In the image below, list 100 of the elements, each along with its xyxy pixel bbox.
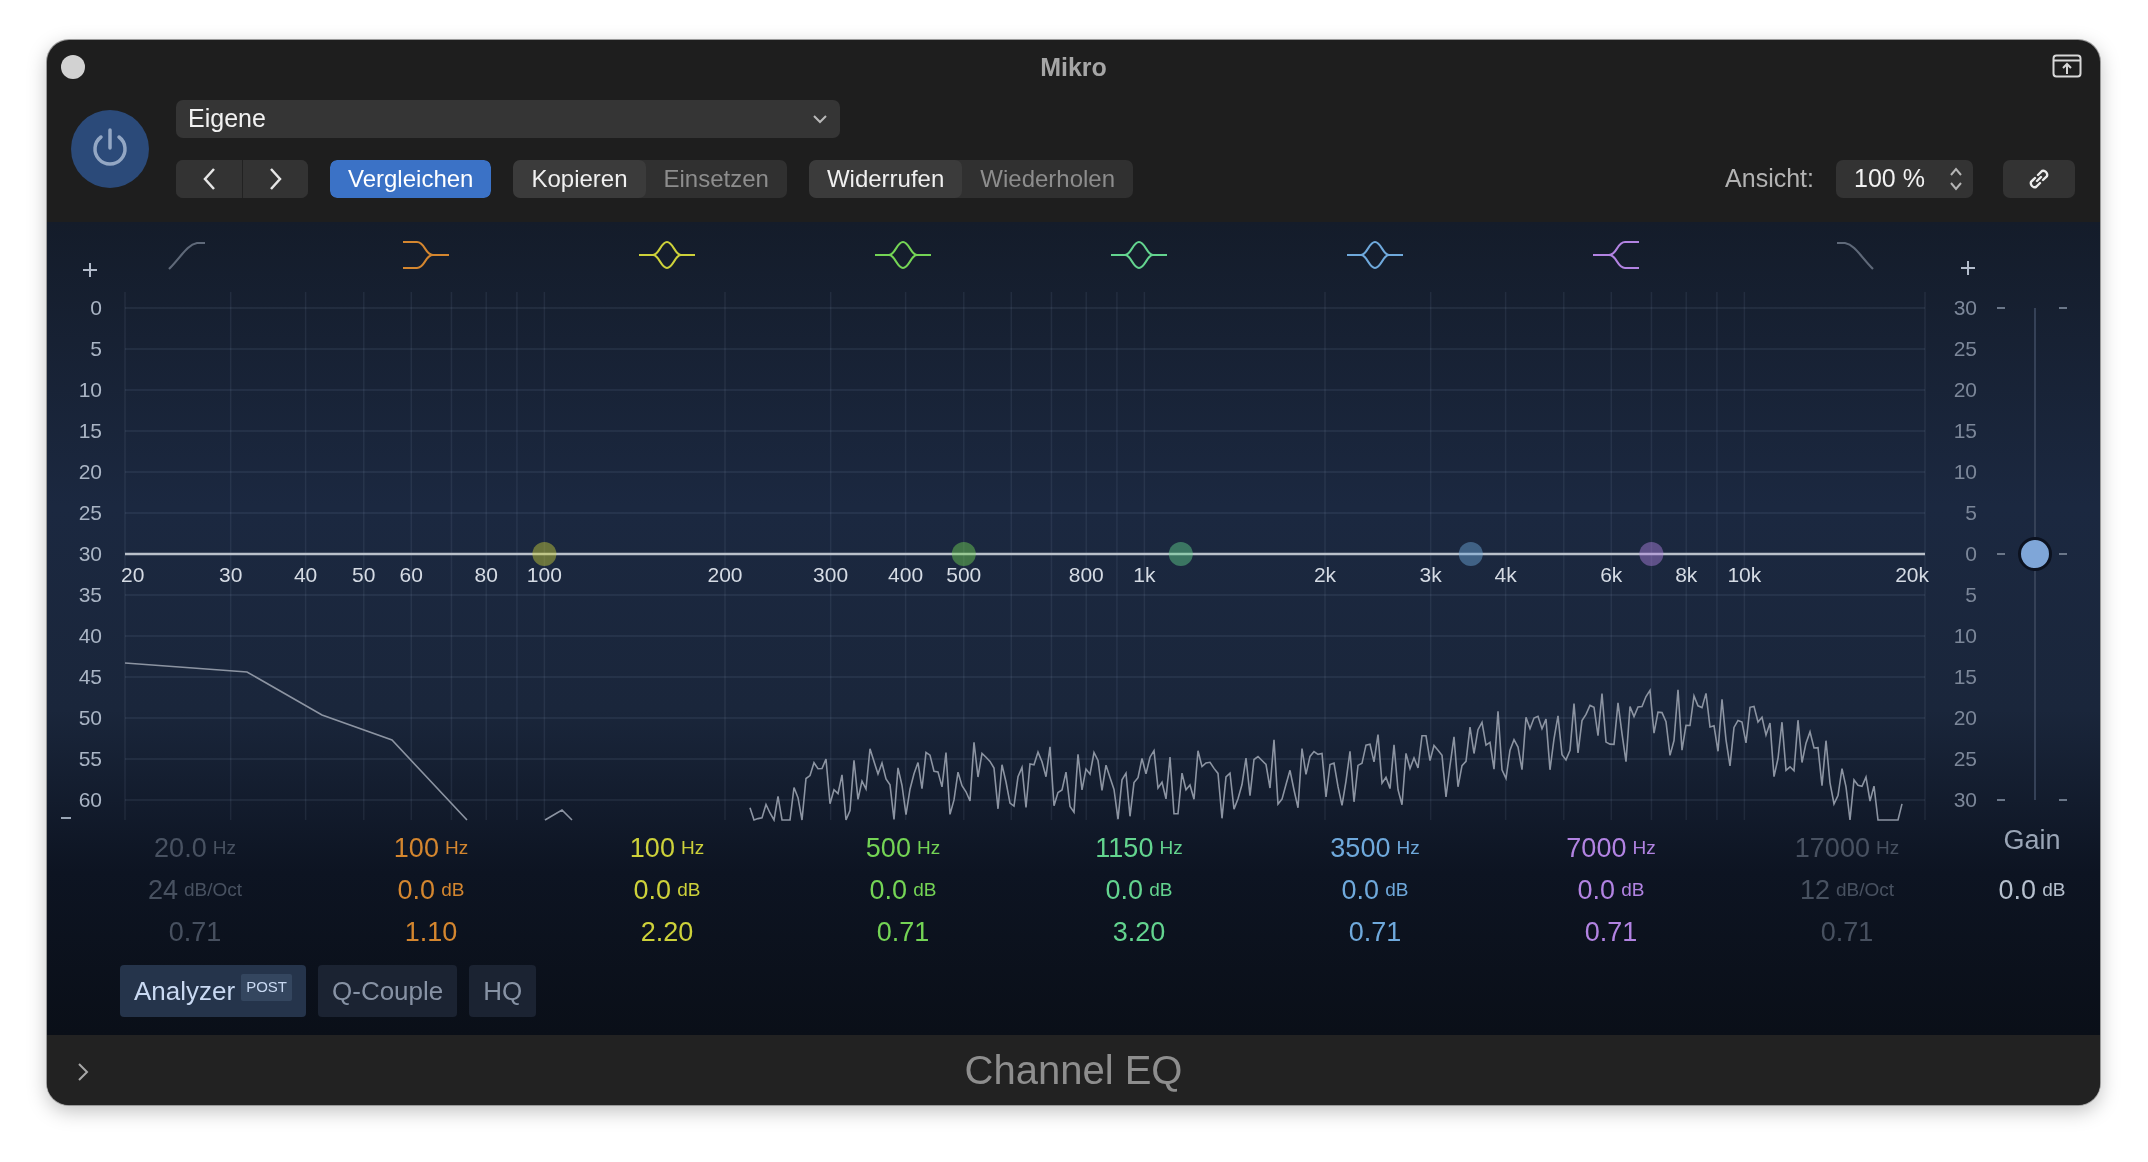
frequency-label: 3k	[1419, 563, 1442, 587]
parameter-value[interactable]: 500 Hz	[865, 827, 941, 869]
tick-mark	[2058, 307, 2068, 309]
frequency-label: 20k	[1895, 563, 1929, 587]
chevron-right-icon	[77, 1062, 89, 1082]
link-button[interactable]	[2003, 160, 2075, 198]
tick-mark	[2058, 799, 2068, 801]
axis-label: 40	[77, 624, 102, 648]
axis-label: 55	[77, 747, 102, 771]
next-button[interactable]	[242, 160, 308, 198]
window-title: Mikro	[1040, 52, 1107, 84]
frequency-label: 300	[813, 563, 849, 587]
frequency-label: 6k	[1600, 563, 1623, 587]
axis-label: 15	[1952, 419, 1977, 443]
parameter-value[interactable]: 0.71	[1348, 911, 1402, 953]
parameter-value[interactable]: 0.0 dB	[869, 869, 937, 911]
axis-label: 60	[77, 788, 102, 812]
axis-label: 25	[1952, 337, 1977, 361]
toggle-button[interactable]: Q-Couple	[318, 965, 458, 1017]
parameter-value[interactable]: 7000 Hz	[1566, 827, 1656, 869]
tick-mark	[1996, 553, 2006, 555]
frequency-label: 60	[399, 563, 423, 587]
tick-mark	[2058, 553, 2068, 555]
tick-mark	[1996, 799, 2006, 801]
axis-label: 30	[1952, 788, 1977, 812]
axis-label: 20	[1952, 706, 1977, 730]
expand-button[interactable]	[77, 1062, 89, 1082]
axis-label: 10	[77, 378, 102, 402]
axis-label: 5	[89, 337, 102, 361]
parameter-value[interactable]: 100 Hz	[629, 827, 705, 869]
parameter-value[interactable]: 1.10	[404, 911, 458, 953]
parameter-value[interactable]: 0.0 dB	[397, 869, 465, 911]
parameter-value[interactable]: 0.0 dB	[633, 869, 701, 911]
axis-label: 0	[1964, 542, 1977, 566]
parameter-value[interactable]: 0.0 dB	[1998, 869, 2066, 911]
plus-icon[interactable]	[1960, 260, 1976, 276]
window-icon[interactable]	[2052, 54, 2082, 78]
parameter-value[interactable]: 2.20	[640, 911, 694, 953]
frequency-label: 400	[888, 563, 924, 587]
axis-label: 10	[1952, 624, 1977, 648]
axis-label: 20	[77, 460, 102, 484]
frequency-label: 80	[474, 563, 498, 587]
toolbar-button[interactable]: Widerrufen	[808, 160, 963, 198]
axis-label: 25	[1952, 747, 1977, 771]
frequency-label: 4k	[1494, 563, 1517, 587]
gain-slider-knob[interactable]	[2018, 537, 2052, 571]
axis-label: 45	[77, 665, 102, 689]
band-handle[interactable]	[1168, 542, 1193, 566]
band-handle[interactable]	[1458, 542, 1483, 566]
frequency-label: 2k	[1313, 563, 1337, 587]
axis-label: 30	[77, 542, 102, 566]
frequency-label: 200	[707, 563, 743, 587]
band-handle[interactable]	[1639, 542, 1664, 566]
parameter-value[interactable]: 0.71	[876, 911, 930, 953]
zoom-stepper[interactable]: 100 %	[1836, 160, 1973, 198]
plugin-title: Channel EQ	[964, 1047, 1183, 1094]
plus-icon[interactable]	[82, 262, 98, 278]
toolbar-button[interactable]: Kopieren	[513, 160, 646, 198]
axis-label: 25	[77, 501, 102, 525]
tick-mark	[1996, 307, 2006, 309]
axis-label: 10	[1952, 460, 1977, 484]
parameter-value[interactable]: 3500 Hz	[1330, 827, 1420, 869]
parameter-value[interactable]: 1150 Hz	[1095, 827, 1183, 869]
chevron-down-icon	[812, 114, 828, 124]
frequency-label: 500	[946, 563, 982, 587]
parameter-value[interactable]: 100 Hz	[393, 827, 469, 869]
frequency-label: 20	[121, 563, 145, 587]
preset-dropdown[interactable]: Eigene	[176, 100, 840, 138]
parameter-value[interactable]: 0.0 dB	[1341, 869, 1409, 911]
chevron-left-icon	[202, 167, 216, 191]
frequency-label: 50	[352, 563, 376, 587]
parameter-value[interactable]: 0.0 dB	[1577, 869, 1645, 911]
axis-label: 35	[77, 583, 102, 607]
toolbar-button[interactable]: Vergleichen	[330, 160, 492, 198]
frequency-label: 30	[218, 563, 243, 587]
axis-label: 30	[1952, 296, 1977, 320]
axis-label: 15	[77, 419, 102, 443]
parameter-value[interactable]: 3.20	[1112, 911, 1166, 953]
frequency-label: 800	[1068, 563, 1104, 587]
chevron-right-icon	[268, 167, 283, 191]
close-button[interactable]	[61, 55, 85, 79]
frequency-label: 100	[526, 563, 562, 587]
axis-label: 15	[1952, 665, 1977, 689]
gain-label: Gain	[2003, 823, 2061, 857]
axis-label: 0	[89, 296, 102, 320]
frequency-label: 10k	[1727, 563, 1762, 587]
band-handle[interactable]	[951, 542, 976, 566]
view-label: Ansicht:	[1725, 163, 1814, 195]
axis-label: 50	[77, 706, 102, 730]
band-handle[interactable]	[532, 542, 557, 566]
toggle-button[interactable]: Analyzer POST	[120, 965, 306, 1017]
axis-label: 5	[1964, 501, 1977, 525]
frequency-label: 8k	[1675, 563, 1698, 587]
frequency-label: 40	[293, 563, 318, 587]
parameter-value[interactable]: 0.0 dB	[1105, 869, 1173, 911]
parameter-value[interactable]: 0.71	[1584, 911, 1638, 953]
toggle-button[interactable]: HQ	[469, 965, 537, 1017]
up-down-icon	[1949, 166, 1963, 192]
frequency-label: 1k	[1133, 563, 1156, 587]
axis-label: 20	[1952, 378, 1977, 402]
